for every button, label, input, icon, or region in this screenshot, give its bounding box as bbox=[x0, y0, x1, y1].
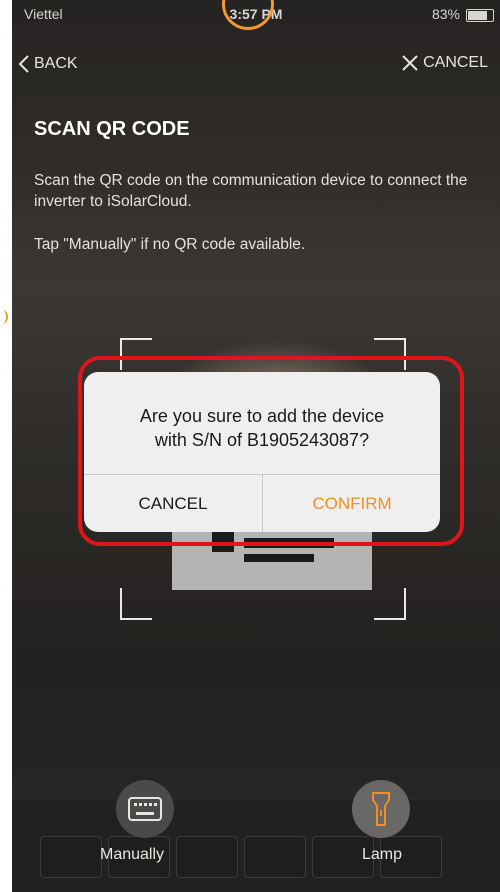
page-description: Scan the QR code on the communication de… bbox=[34, 172, 468, 210]
page-title: SCAN QR CODE bbox=[34, 118, 190, 140]
manual-label: Manually bbox=[100, 846, 165, 863]
cancel-nav-button[interactable]: CANCEL bbox=[401, 54, 488, 72]
back-label: BACK bbox=[34, 55, 78, 72]
back-button[interactable]: BACK bbox=[18, 54, 78, 74]
lamp-label: Lamp bbox=[362, 846, 403, 863]
lamp-button[interactable] bbox=[352, 780, 410, 838]
camera-screen: Viettel 3:57 PM 83% BACK CANCEL SCAN QR … bbox=[12, 0, 500, 892]
manual-tip: Tap "Manually" if no QR code available. bbox=[34, 236, 306, 253]
highlight-box bbox=[78, 356, 464, 546]
keyboard-icon bbox=[128, 797, 162, 821]
close-icon bbox=[402, 55, 418, 71]
flashlight-icon bbox=[372, 792, 390, 826]
chevron-left-icon bbox=[18, 55, 29, 73]
scan-frame-corner bbox=[120, 588, 152, 620]
scan-frame-corner bbox=[374, 588, 406, 620]
battery-percent: 83% bbox=[431, 6, 460, 22]
top-nav: BACK CANCEL bbox=[12, 52, 500, 80]
cancel-label: CANCEL bbox=[423, 54, 488, 71]
manual-input-button[interactable] bbox=[116, 780, 174, 838]
decorative-arc bbox=[0, 310, 8, 324]
battery-icon bbox=[466, 9, 494, 22]
